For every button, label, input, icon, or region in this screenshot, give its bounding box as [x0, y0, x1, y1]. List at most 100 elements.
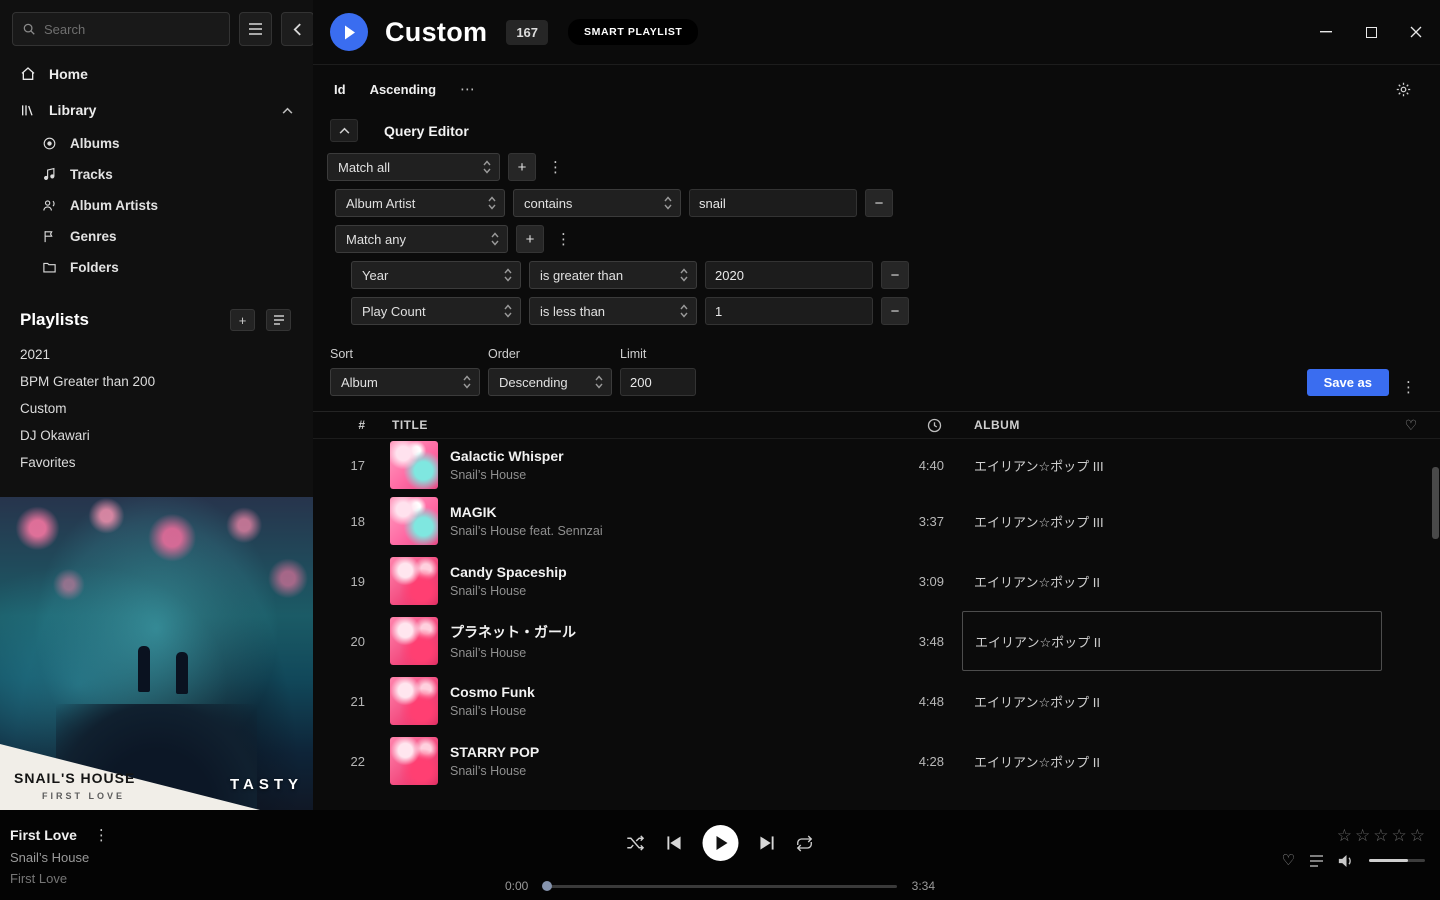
close-button[interactable] [1407, 23, 1425, 41]
sort-column-button[interactable]: Id [334, 82, 346, 97]
menu-button[interactable] [239, 12, 272, 46]
group-menu-button[interactable]: ⋮ [544, 158, 567, 176]
group-menu-button[interactable]: ⋮ [552, 230, 575, 248]
value-input[interactable] [705, 261, 873, 289]
play-playlist-button[interactable] [330, 13, 368, 51]
match-select[interactable]: Match all [327, 153, 500, 181]
maximize-button[interactable] [1362, 23, 1380, 41]
query-editor-collapse-button[interactable] [330, 119, 358, 142]
save-as-button[interactable]: Save as [1307, 369, 1389, 396]
queue-button[interactable] [1309, 855, 1324, 867]
column-header-number[interactable]: # [313, 418, 375, 432]
playlist-item-favorites[interactable]: Favorites [0, 449, 313, 476]
add-rule-button[interactable]: + [508, 153, 536, 181]
chevron-up-icon[interactable] [282, 107, 293, 114]
table-row[interactable]: 21 Cosmo Funk Snail’s House 4:48 エイリアン☆ポ… [313, 671, 1440, 731]
star-icon[interactable]: ☆ [1410, 827, 1425, 844]
volume-icon[interactable] [1338, 854, 1355, 868]
remove-rule-button[interactable]: − [881, 261, 909, 289]
operator-select[interactable]: contains [513, 189, 681, 217]
sort-direction-button[interactable]: Ascending [370, 82, 436, 97]
music-note-icon [42, 167, 57, 182]
value-input[interactable] [705, 297, 873, 325]
operator-select[interactable]: is greater than [529, 261, 697, 289]
track-table: # TITLE ALBUM ♡ 17 Galactic Whisper Snai… [313, 411, 1440, 810]
seek-slider[interactable] [543, 885, 896, 888]
sidebar-item-home[interactable]: Home [0, 56, 313, 92]
track-thumbnail [390, 497, 438, 545]
field-select[interactable]: Year [351, 261, 521, 289]
sidebar-item-folders[interactable]: Folders [0, 252, 313, 283]
star-icon[interactable]: ☆ [1337, 827, 1352, 844]
artwork-artist: SNAIL'S HOUSE [14, 770, 135, 786]
rating-stars[interactable]: ☆☆☆☆☆ [1337, 827, 1425, 844]
order-select[interactable]: Descending [488, 368, 612, 396]
previous-button[interactable] [667, 836, 682, 850]
sidebar-item-album-artists[interactable]: Album Artists [0, 190, 313, 221]
add-playlist-button[interactable]: + [230, 309, 255, 331]
settings-gear-button[interactable] [1395, 81, 1412, 98]
shuffle-button[interactable] [627, 835, 646, 851]
playlist-item-bpm[interactable]: BPM Greater than 200 [0, 368, 313, 395]
field-select[interactable]: Play Count [351, 297, 521, 325]
seek-handle[interactable] [542, 881, 552, 891]
playlist-item-custom[interactable]: Custom [0, 395, 313, 422]
repeat-button[interactable] [796, 835, 814, 852]
star-icon[interactable]: ☆ [1373, 827, 1388, 844]
plus-icon: + [239, 313, 247, 328]
updown-icon [491, 232, 499, 246]
playlist-options-button[interactable] [266, 309, 291, 331]
remove-rule-button[interactable]: − [865, 189, 893, 217]
select-value: Year [362, 268, 388, 283]
favorite-button[interactable]: ♡ [1282, 853, 1295, 868]
sort-by-select[interactable]: Album [330, 368, 480, 396]
field-select[interactable]: Album Artist [335, 189, 505, 217]
save-menu-button[interactable]: ⋮ [1397, 378, 1420, 396]
playlist-item-2021[interactable]: 2021 [0, 341, 313, 368]
star-icon[interactable]: ☆ [1355, 827, 1370, 844]
search-box[interactable] [12, 12, 230, 46]
sidebar-item-library[interactable]: Library [0, 92, 313, 128]
query-editor: Query Editor Match all + ⋮ Album Artist … [313, 104, 1440, 333]
updown-icon [504, 304, 512, 318]
nav-back-button[interactable] [281, 12, 313, 46]
search-input[interactable] [44, 22, 220, 37]
table-row[interactable]: 19 Candy Spaceship Snail’s House 3:09 エイ… [313, 551, 1440, 611]
track-title: STARRY POP [450, 744, 539, 760]
sidebar-item-genres[interactable]: Genres [0, 221, 313, 252]
next-button[interactable] [760, 836, 775, 850]
sidebar-item-albums[interactable]: Albums [0, 128, 313, 159]
minus-icon: − [875, 195, 884, 212]
track-duration: 4:28 [872, 754, 962, 769]
sidebar-item-label: Album Artists [70, 198, 158, 213]
minimize-button[interactable] [1317, 23, 1335, 41]
sidebar-item-tracks[interactable]: Tracks [0, 159, 313, 190]
track-album: エイリアン☆ポップ II [962, 692, 1382, 711]
volume-slider[interactable] [1369, 859, 1425, 862]
column-header-album[interactable]: ALBUM [962, 418, 1382, 432]
scrollbar-thumb[interactable] [1432, 467, 1439, 539]
table-row[interactable]: 20 プラネット・ガール Snail’s House 3:48 エイリアン☆ポッ… [313, 611, 1440, 671]
sidebar-item-label: Genres [70, 229, 117, 244]
limit-input[interactable] [620, 368, 696, 396]
track-album: エイリアン☆ポップ III [962, 456, 1382, 475]
table-row[interactable]: 17 Galactic Whisper Snail’s House 4:40 エ… [313, 439, 1440, 491]
table-row[interactable]: 18 MAGIK Snail’s House feat. Sennzai 3:3… [313, 491, 1440, 551]
value-input[interactable] [689, 189, 857, 217]
favorite-column-heart-icon[interactable]: ♡ [1405, 417, 1418, 434]
star-icon[interactable]: ☆ [1392, 827, 1407, 844]
track-album-selected[interactable]: エイリアン☆ポップ II [962, 611, 1382, 671]
shuffle-icon [627, 835, 646, 851]
duration-column-clock-icon[interactable] [927, 418, 962, 433]
table-row[interactable]: 22 STARRY POP Snail’s House 4:28 エイリアン☆ポ… [313, 731, 1440, 791]
remove-rule-button[interactable]: − [881, 297, 909, 325]
add-rule-button[interactable]: + [516, 225, 544, 253]
play-pause-button[interactable] [703, 825, 739, 861]
now-playing-menu-button[interactable]: ⋮ [90, 826, 113, 844]
match-select[interactable]: Match any [335, 225, 508, 253]
operator-select[interactable]: is less than [529, 297, 697, 325]
column-header-title[interactable]: TITLE [375, 418, 872, 432]
player-bar: First Love ⋮ Snail’s House First Love [0, 810, 1440, 900]
playlist-item-dj-okawari[interactable]: DJ Okawari [0, 422, 313, 449]
more-options-button[interactable]: ⋯ [460, 80, 476, 98]
